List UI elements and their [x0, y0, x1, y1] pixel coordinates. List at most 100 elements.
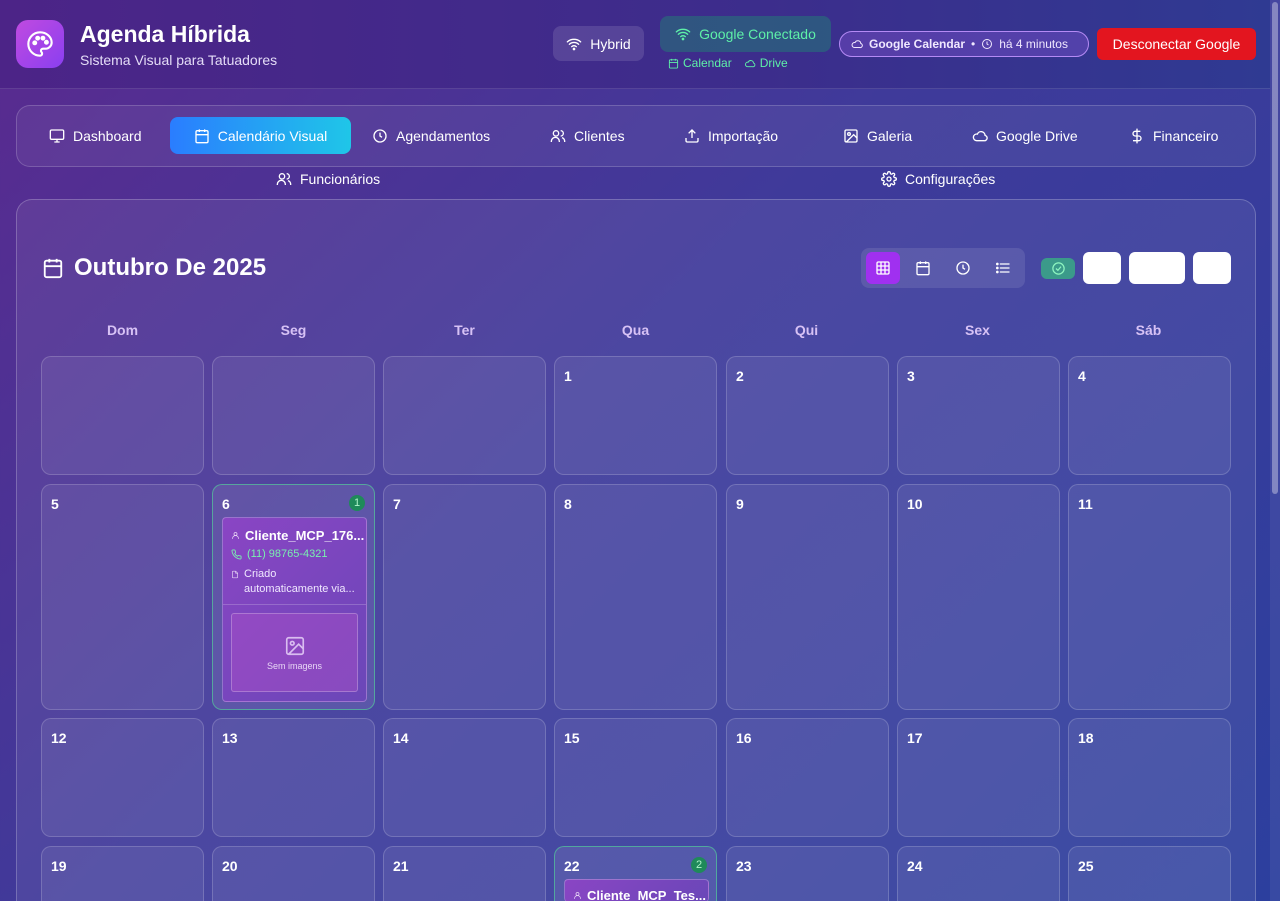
- palette-logo-icon: [16, 20, 64, 68]
- day-number: 18: [1078, 730, 1094, 746]
- day-cell[interactable]: 15: [554, 718, 717, 837]
- day-number: 14: [393, 730, 409, 746]
- event-divider: [223, 604, 366, 605]
- upload-icon: [685, 128, 699, 143]
- page-scrollbar[interactable]: [1270, 0, 1280, 901]
- day-number: 16: [736, 730, 752, 746]
- day-number: 13: [222, 730, 238, 746]
- scrollbar-thumb[interactable]: [1272, 2, 1278, 494]
- month-title: Outubro De 2025: [42, 254, 266, 282]
- google-connected-status[interactable]: Google Conectado: [660, 16, 831, 52]
- day-number: 19: [51, 858, 67, 874]
- day-cell[interactable]: 18: [1068, 718, 1231, 837]
- day-cell[interactable]: 13: [212, 718, 375, 837]
- day-cell[interactable]: 20: [212, 846, 375, 901]
- sync-time: há 4 minutos: [999, 37, 1068, 51]
- day-number: 9: [736, 496, 744, 512]
- day-cell[interactable]: 23: [726, 846, 889, 901]
- cloud-icon: [851, 38, 863, 50]
- day-cell-empty: [41, 356, 204, 475]
- nav-dashboard[interactable]: Dashboard: [37, 117, 154, 154]
- day-number: 11: [1078, 496, 1093, 512]
- day-number: 24: [907, 858, 923, 874]
- clock-icon: [956, 261, 970, 275]
- nav-importacao[interactable]: Importação: [672, 117, 790, 154]
- event-card[interactable]: Cliente_MCP_Tes...: [564, 879, 709, 901]
- day-cell[interactable]: 21: [383, 846, 546, 901]
- weekday-qui: Qui: [794, 322, 819, 338]
- hybrid-mode-label: Hybrid: [590, 35, 631, 52]
- day-number: 6: [222, 496, 230, 512]
- day-cell-empty: [212, 356, 375, 475]
- nav-funcionarios[interactable]: Funcionários: [276, 170, 380, 188]
- day-cell-with-events[interactable]: 22 2 Cliente_MCP_Tes...: [554, 846, 717, 901]
- day-cell[interactable]: 4: [1068, 356, 1231, 475]
- nav-agendamentos[interactable]: Agendamentos: [360, 117, 502, 154]
- day-cell[interactable]: 17: [897, 718, 1060, 837]
- weekday-seg: Seg: [280, 322, 307, 338]
- list-view-button[interactable]: [986, 252, 1020, 284]
- nav-configuracoes[interactable]: Configurações: [881, 170, 995, 188]
- day-cell[interactable]: 3: [897, 356, 1060, 475]
- grid-icon: [876, 261, 890, 275]
- day-cell[interactable]: 1: [554, 356, 717, 475]
- image-icon: [285, 636, 304, 655]
- day-cell[interactable]: 7: [383, 484, 546, 710]
- day-cell[interactable]: 19: [41, 846, 204, 901]
- event-description: Criado automaticamente via...: [231, 567, 361, 597]
- wifi-icon: [566, 36, 582, 52]
- day-cell[interactable]: 5: [41, 484, 204, 710]
- clock-icon: [981, 38, 993, 50]
- sync-status-pill: Google Calendar • há 4 minutos: [839, 31, 1089, 57]
- day-cell-with-events[interactable]: 6 1 Cliente_MCP_176... (11) 98765-4321 C…: [212, 484, 375, 710]
- day-cell[interactable]: 24: [897, 846, 1060, 901]
- day-number: 10: [907, 496, 923, 512]
- hybrid-mode-button[interactable]: Hybrid: [553, 26, 644, 61]
- day-cell[interactable]: 12: [41, 718, 204, 837]
- service-calendar: Calendar: [668, 56, 732, 70]
- nav-galeria[interactable]: Galeria: [831, 117, 924, 154]
- sync-check-button[interactable]: [1041, 258, 1075, 279]
- calendar-icon: [195, 128, 209, 143]
- event-images-placeholder: Sem imagens: [231, 613, 358, 692]
- day-cell[interactable]: 14: [383, 718, 546, 837]
- disconnect-google-button[interactable]: Desconectar Google: [1097, 28, 1256, 60]
- timeline-view-button[interactable]: [946, 252, 980, 284]
- weekday-qua: Qua: [621, 322, 650, 338]
- day-cell[interactable]: 8: [554, 484, 717, 710]
- day-cell[interactable]: 16: [726, 718, 889, 837]
- wifi-icon: [675, 26, 691, 42]
- day-number: 7: [393, 496, 401, 512]
- service-drive: Drive: [744, 56, 788, 70]
- day-cell[interactable]: 10: [897, 484, 1060, 710]
- gear-icon: [881, 171, 897, 187]
- day-cell[interactable]: 11: [1068, 484, 1231, 710]
- action-button-3[interactable]: [1193, 252, 1231, 284]
- google-status-label: Google Conectado: [699, 26, 816, 42]
- nav-calendario-visual[interactable]: Calendário Visual: [170, 117, 351, 154]
- day-number: 21: [393, 858, 409, 874]
- weekday-sex: Sex: [965, 322, 990, 338]
- day-cell[interactable]: 9: [726, 484, 889, 710]
- check-circle-icon: [1051, 262, 1065, 275]
- nav-google-drive[interactable]: Google Drive: [960, 117, 1090, 154]
- nav-financeiro[interactable]: Financeiro: [1117, 117, 1230, 154]
- event-card[interactable]: Cliente_MCP_176... (11) 98765-4321 Criad…: [222, 517, 367, 702]
- action-button-1[interactable]: [1083, 252, 1121, 284]
- grid-view-button[interactable]: [866, 252, 900, 284]
- day-cell[interactable]: 2: [726, 356, 889, 475]
- action-button-2[interactable]: [1129, 252, 1185, 284]
- file-icon: [232, 570, 238, 579]
- monitor-icon: [49, 128, 65, 143]
- weekday-dom: Dom: [106, 322, 139, 338]
- users-icon: [550, 129, 566, 142]
- day-number: 5: [51, 496, 59, 512]
- nav-clientes[interactable]: Clientes: [538, 117, 637, 154]
- day-cell-empty: [383, 356, 546, 475]
- app-subtitle: Sistema Visual para Tatuadores: [80, 52, 278, 68]
- user-icon: [232, 532, 239, 539]
- day-number: 8: [564, 496, 572, 512]
- month-view-button[interactable]: [906, 252, 940, 284]
- day-cell[interactable]: 25: [1068, 846, 1231, 901]
- weekday-ter: Ter: [454, 322, 475, 338]
